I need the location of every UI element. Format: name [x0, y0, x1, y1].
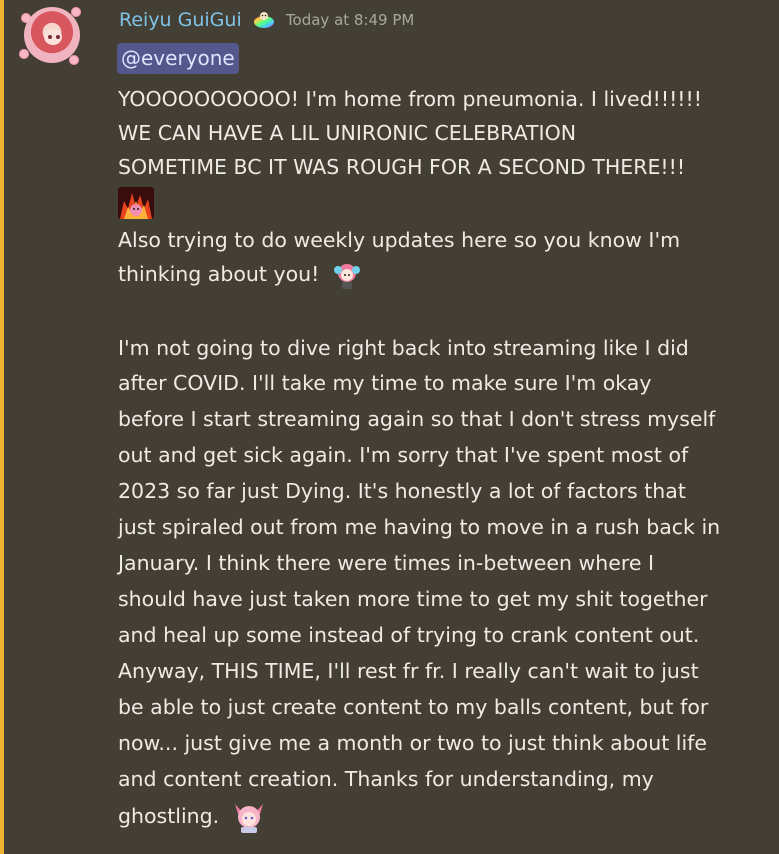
- message-line: Also trying to do weekly updates here so…: [118, 228, 681, 252]
- anime-girl-emoji[interactable]: [232, 800, 266, 834]
- message-line: SOMETIME BC IT WAS ROUGH FOR A SECOND TH…: [118, 155, 686, 179]
- everyone-mention[interactable]: @everyone: [117, 43, 239, 74]
- message-line: and heal up some instead of trying to cr…: [118, 623, 700, 647]
- avatar-image: [24, 7, 80, 63]
- message-line-text: thinking about you!: [118, 262, 320, 286]
- cherry-blossom-icon: [69, 55, 79, 65]
- message-line: January. I think there were times in-bet…: [118, 551, 655, 575]
- message-line: and content creation. Thanks for underst…: [118, 767, 654, 791]
- message-line: out and get sick again. I'm sorry that I…: [118, 443, 689, 467]
- message-line: 2023 so far just Dying. It's honestly a …: [118, 479, 686, 503]
- message-line-with-emoji: ghostling.: [118, 800, 266, 834]
- message-line: should have just taken more time to get …: [118, 587, 708, 611]
- message-line: be able to just create content to my bal…: [118, 695, 709, 719]
- message-line-text: ghostling.: [118, 804, 220, 828]
- message-line: before I start streaming again so that I…: [118, 407, 716, 431]
- anime-girl-emoji[interactable]: [332, 260, 362, 290]
- user-avatar[interactable]: [19, 5, 85, 71]
- message-line: WE CAN HAVE A LIL UNIRONIC CELEBRATION: [118, 121, 577, 145]
- username[interactable]: Reiyu GuiGui: [119, 9, 242, 31]
- mention-highlight-bar: [0, 0, 4, 854]
- rainbow-badge-icon[interactable]: [253, 11, 275, 29]
- message-line: Anyway, THIS TIME, I'll rest fr fr. I re…: [118, 659, 699, 683]
- fire-anime-emoji[interactable]: [118, 187, 154, 219]
- message-line-with-emoji: thinking about you!: [118, 259, 362, 290]
- message-container: Reiyu GuiGui Today at 8:49 PM @everyone …: [0, 0, 779, 854]
- message-line: just spiraled out from me having to move…: [118, 515, 721, 539]
- message-line: now... just give me a month or two to ju…: [118, 731, 707, 755]
- message-timestamp[interactable]: Today at 8:49 PM: [286, 11, 414, 29]
- message-line: after COVID. I'll take my time to make s…: [118, 371, 652, 395]
- cherry-blossom-icon: [19, 49, 29, 59]
- message-line: I'm not going to dive right back into st…: [118, 336, 689, 360]
- message-header: Reiyu GuiGui Today at 8:49 PM: [119, 9, 414, 37]
- message-line: YOOOOOOOOOO! I'm home from pneumonia. I …: [118, 87, 702, 111]
